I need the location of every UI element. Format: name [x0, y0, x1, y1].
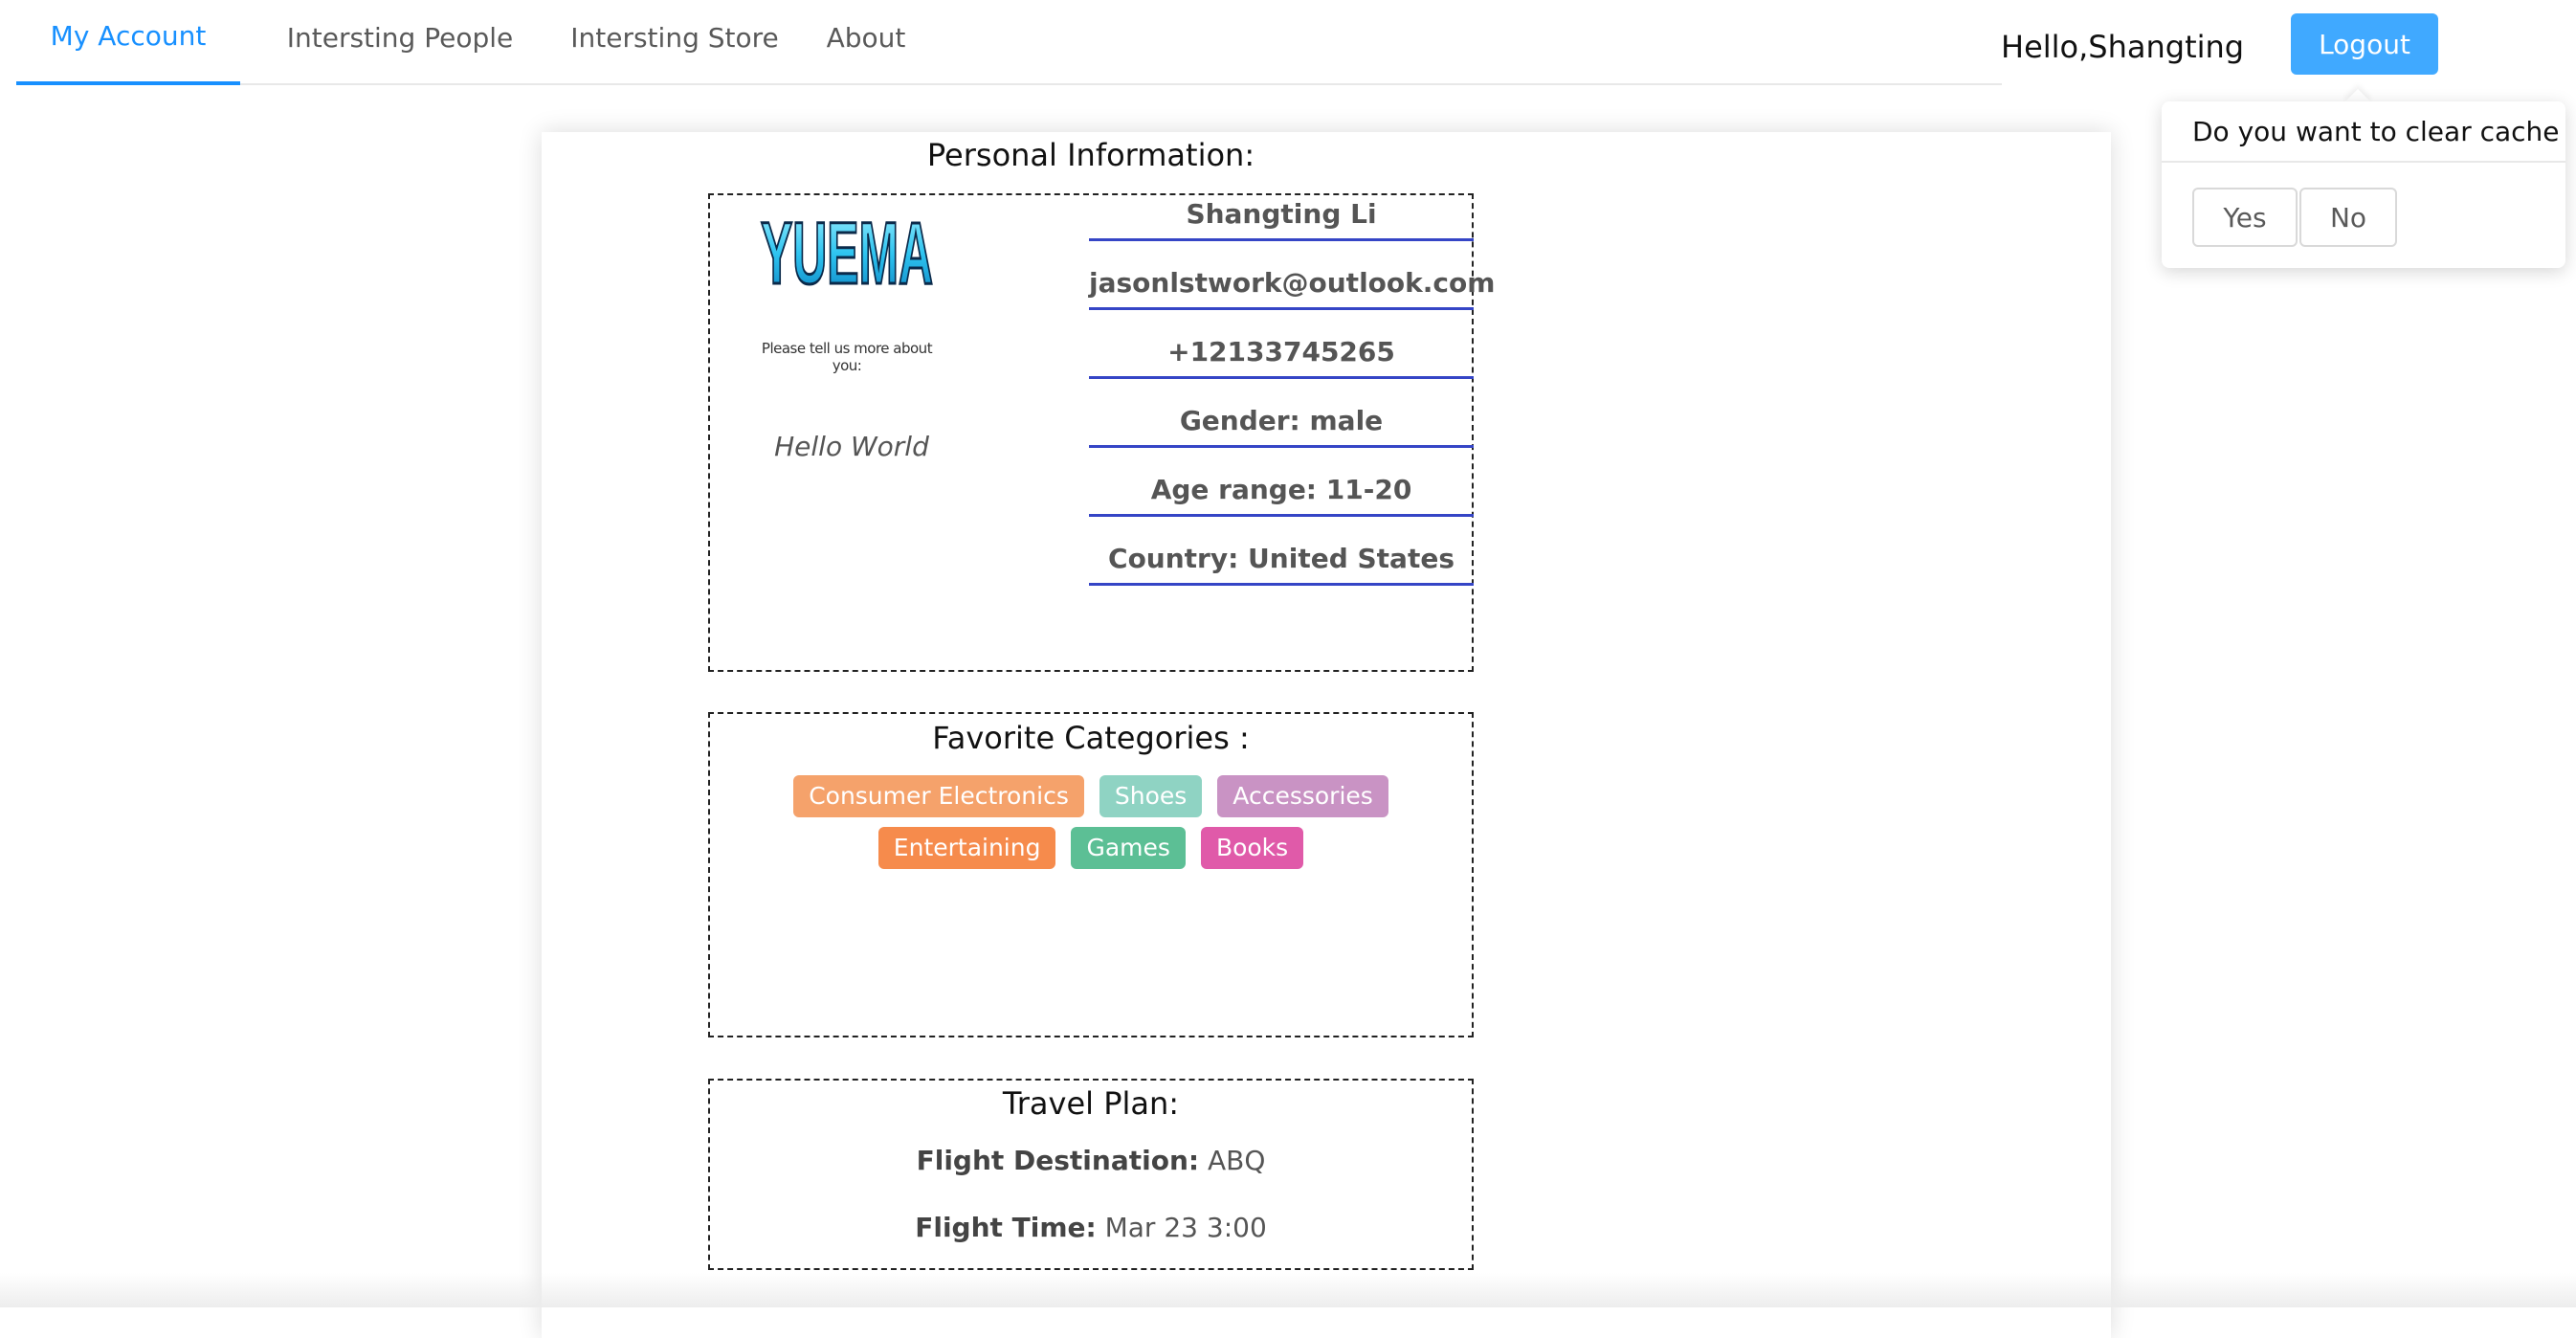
flight-destination: Flight Destination: ABQ: [708, 1145, 1474, 1176]
flight-time-value: Mar 23 3:00: [1096, 1212, 1267, 1243]
tab-intersting-store[interactable]: Intersting Store: [558, 0, 791, 85]
flight-time: Flight Time: Mar 23 3:00: [708, 1212, 1474, 1243]
tab-my-account[interactable]: My Account: [16, 0, 240, 85]
travel-plan-heading: Travel Plan:: [1002, 1085, 1180, 1122]
svg-text:YUEMA: YUEMA: [761, 205, 933, 302]
tag-games[interactable]: Games: [1071, 827, 1186, 869]
flight-destination-value: ABQ: [1199, 1145, 1266, 1176]
clear-cache-popconfirm: Do you want to clear cache Yes No: [2162, 101, 2565, 268]
flight-destination-label: Flight Destination:: [916, 1145, 1200, 1176]
user-greeting: Hello,Shangting: [2001, 29, 2245, 65]
name-field: Shangting Li: [1089, 191, 1474, 241]
logout-button[interactable]: Logout: [2291, 13, 2438, 75]
favorite-categories-box: [708, 712, 1474, 1037]
logo-tagline: Please tell us more about you:: [761, 340, 933, 374]
email-field: jasonlstwork@outlook.com: [1089, 260, 1495, 310]
yes-button[interactable]: Yes: [2192, 188, 2298, 247]
age-range-field: Age range: 11-20: [1089, 467, 1474, 517]
top-nav: My Account Intersting People Intersting …: [16, 0, 2002, 85]
tag-consumer-electronics[interactable]: Consumer Electronics: [793, 775, 1084, 817]
user-bio: Hello World: [774, 431, 929, 462]
tag-shoes[interactable]: Shoes: [1099, 775, 1203, 817]
personal-info-heading: Personal Information:: [926, 137, 1255, 173]
phone-field: +12133745265: [1089, 329, 1474, 379]
tab-about[interactable]: About: [814, 0, 918, 85]
gender-field: Gender: male: [1089, 398, 1474, 448]
category-tags: Consumer Electronics Shoes Accessories E…: [713, 775, 1469, 869]
yuema-logo: YUEMA: [756, 199, 938, 304]
flight-time-label: Flight Time:: [915, 1212, 1097, 1243]
country-field: Country: United States: [1089, 536, 1474, 586]
favorite-categories-heading: Favorite Categories :: [932, 720, 1250, 756]
popconfirm-title: Do you want to clear cache: [2162, 101, 2565, 163]
no-button[interactable]: No: [2299, 188, 2397, 247]
tab-intersting-people[interactable]: Intersting People: [261, 0, 539, 85]
tag-entertaining[interactable]: Entertaining: [877, 827, 1056, 869]
tag-books[interactable]: Books: [1200, 827, 1304, 869]
tag-accessories[interactable]: Accessories: [1217, 775, 1388, 817]
page-bottom-shadow: [0, 1273, 2576, 1307]
